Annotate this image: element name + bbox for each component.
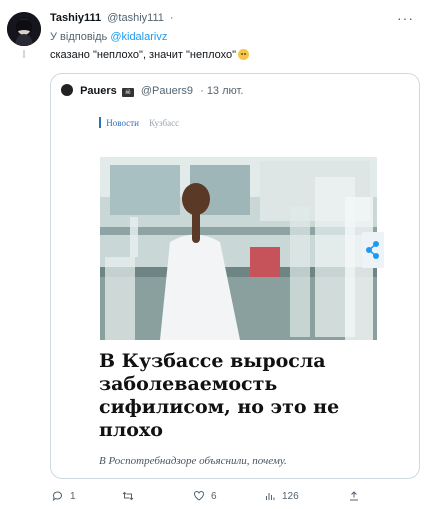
views-button[interactable]: 126	[264, 490, 299, 502]
tweet-text-body: сказано "неплохо", значит "неплохо"	[50, 49, 237, 61]
avatar[interactable]	[7, 12, 41, 46]
slightly-frowning-face-emoji-icon	[238, 49, 250, 60]
like-count: 6	[211, 490, 217, 502]
reply-to: У відповідь @kidalarivz	[50, 31, 167, 43]
separator: ·	[169, 12, 174, 24]
quoted-avatar	[61, 84, 73, 96]
action-bar: 1 6 126	[50, 490, 420, 506]
share-button[interactable]	[348, 490, 360, 502]
skull-badge-icon: ☠	[121, 88, 134, 97]
nav-news: Новости	[106, 118, 139, 128]
handle[interactable]: @tashiy111	[107, 12, 164, 24]
reply-icon	[52, 491, 62, 502]
card-subheadline: В Роспотребнадзоре объяснили, почему.	[99, 455, 287, 467]
nav-region: Кузбасс	[149, 118, 180, 128]
tweet-header: Tashiy111 @tashiy111 ·	[50, 12, 174, 24]
retweet-button[interactable]	[122, 490, 140, 502]
heart-icon	[194, 491, 204, 501]
quoted-header: Pauers ☠ @Pauers9 · 13 лют.	[61, 84, 243, 97]
tweet[interactable]: Tashiy111 @tashiy111 · ··· У відповідь @…	[0, 0, 428, 509]
tweet-text: сказано "неплохо", значит "неплохо"	[50, 49, 250, 61]
like-button[interactable]: 6	[193, 490, 217, 502]
thread-line	[23, 50, 25, 58]
more-dots-icon[interactable]: ···	[397, 10, 414, 26]
quoted-display-name: Pauers	[80, 85, 117, 97]
card-nav: Новости Кузбасс	[99, 117, 179, 128]
share-icon[interactable]	[362, 232, 384, 268]
reply-count: 1	[70, 490, 76, 502]
upload-share-icon	[350, 491, 358, 501]
reply-mention[interactable]: @kidalarivz	[110, 31, 167, 43]
quoted-date: · 13 лют.	[200, 85, 244, 97]
quoted-tweet[interactable]: Pauers ☠ @Pauers9 · 13 лют. Новости Кузб…	[50, 73, 420, 479]
reply-button[interactable]: 1	[52, 490, 76, 502]
quoted-handle: @Pauers9	[140, 85, 194, 97]
nav-accent-bar	[99, 117, 101, 128]
retweet-icon	[122, 491, 134, 501]
lab-photo[interactable]	[100, 157, 377, 340]
views-count: 126	[282, 490, 299, 502]
display-name[interactable]: Tashiy111	[50, 12, 101, 24]
reply-prefix: У відповідь	[50, 31, 108, 43]
card-headline[interactable]: В Кузбассе выросла заболеваемость сифили…	[99, 350, 361, 442]
views-chart-icon	[266, 493, 275, 500]
